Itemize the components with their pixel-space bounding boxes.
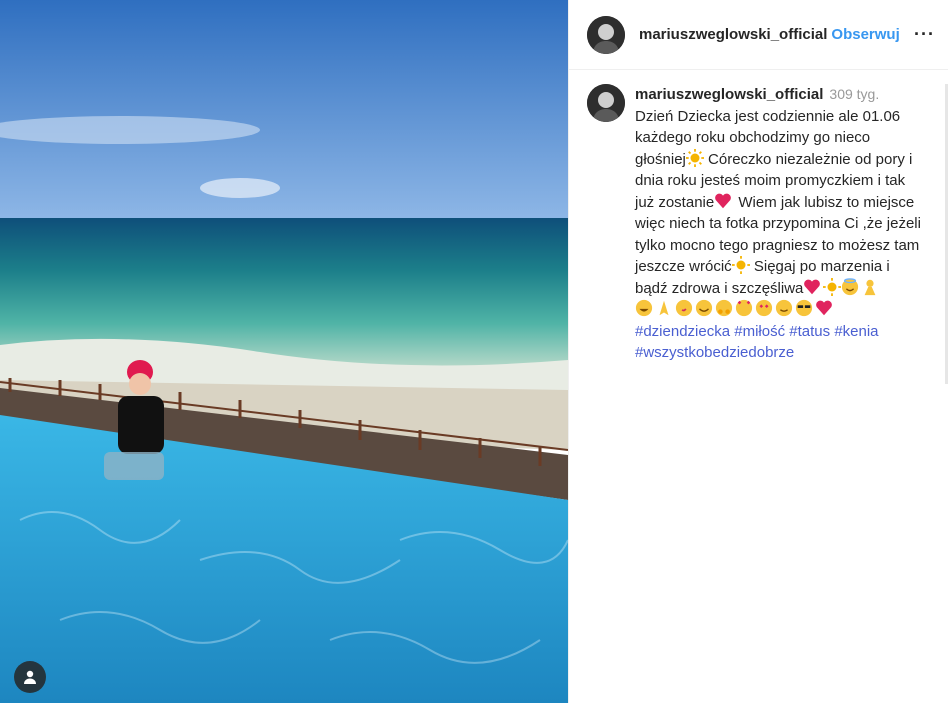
laughing-emoji bbox=[635, 299, 653, 317]
beach-pool-photo bbox=[0, 0, 568, 703]
hashtag-link[interactable]: #wszystkobedziedobrze bbox=[635, 344, 794, 361]
post-sidebar: mariuszweglowski_official Obserwuj ··· m… bbox=[568, 0, 948, 703]
pray-emoji bbox=[659, 300, 669, 316]
kiss-emoji bbox=[675, 299, 693, 317]
post-photo[interactable] bbox=[0, 0, 568, 703]
sun-emoji bbox=[731, 256, 750, 274]
sun-emoji bbox=[823, 277, 842, 296]
heart-emoji bbox=[804, 279, 821, 294]
hashtag-link[interactable]: #miłość bbox=[734, 323, 785, 340]
post-time[interactable]: 309 tyg. bbox=[829, 86, 879, 102]
smiling-face-emoji bbox=[842, 277, 859, 295]
heart-emoji bbox=[816, 300, 832, 316]
heart-eyes-emoji bbox=[755, 299, 773, 317]
sun-emoji bbox=[685, 148, 704, 167]
hashtag-link[interactable]: #dziendziecka bbox=[635, 323, 730, 340]
caption-text: mariuszweglowski_official 309 tyg. Dzień … bbox=[635, 84, 925, 364]
caption: mariuszweglowski_official 309 tyg. Dzień … bbox=[569, 70, 948, 364]
hearts-face-emoji bbox=[735, 299, 753, 317]
person-icon[interactable] bbox=[14, 661, 46, 693]
avatar[interactable] bbox=[587, 15, 625, 54]
caption-avatar[interactable] bbox=[587, 84, 625, 122]
hug-emoji bbox=[715, 299, 733, 317]
pray-emoji bbox=[865, 279, 876, 295]
post-header: mariuszweglowski_official Obserwuj ··· bbox=[569, 0, 948, 70]
caption-username[interactable]: mariuszweglowski_official bbox=[635, 86, 823, 103]
follow-button[interactable]: Obserwuj bbox=[831, 26, 899, 43]
heart-emoji bbox=[715, 193, 732, 208]
grin-emoji bbox=[695, 299, 713, 317]
smile-emoji bbox=[775, 299, 793, 317]
sunglasses-emoji bbox=[795, 299, 813, 317]
post-author-username[interactable]: mariuszweglowski_official bbox=[639, 26, 827, 43]
more-options-icon[interactable]: ··· bbox=[914, 24, 935, 45]
hashtag-link[interactable]: #kenia bbox=[834, 323, 878, 340]
hashtag-link[interactable]: #tatus bbox=[789, 323, 830, 340]
